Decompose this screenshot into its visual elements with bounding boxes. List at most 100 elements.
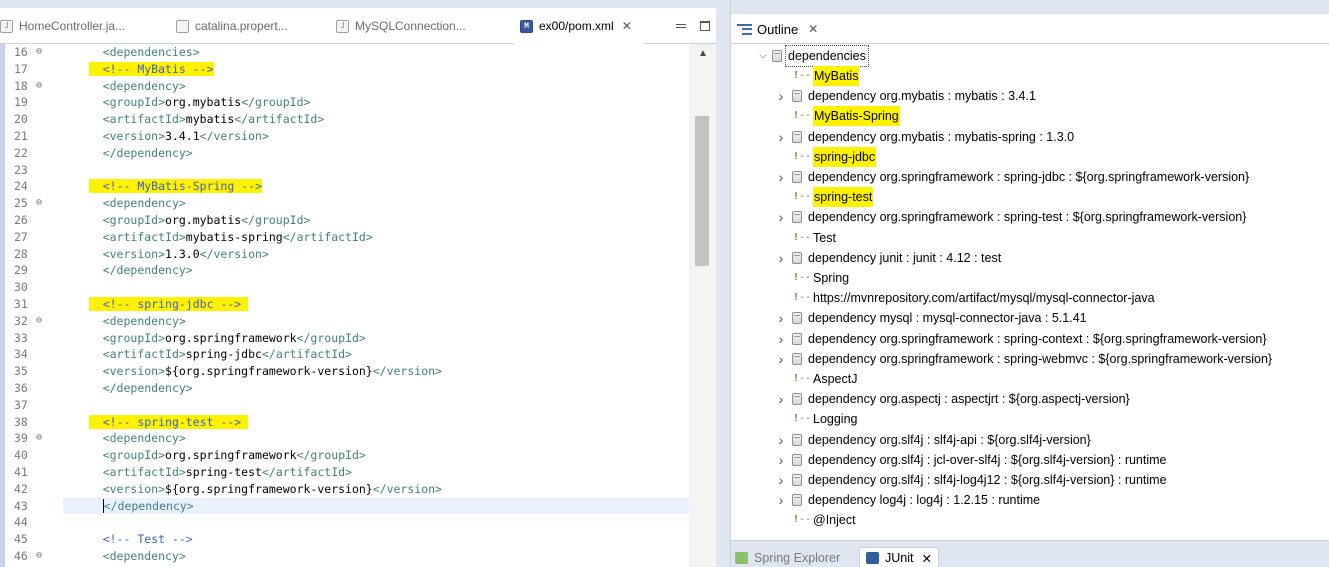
outline-dependency-node[interactable]: › dependency log4j : log4j : 1.2.15 : run…: [775, 490, 1040, 510]
code-text[interactable]: <dependencies> <!-- MyBatis --> <depende…: [63, 44, 689, 567]
code-line[interactable]: [63, 279, 689, 296]
line-number-text: 31: [14, 296, 28, 311]
outline-dependency-node[interactable]: › dependency org.aspectj : aspectjrt : ${…: [775, 389, 1130, 409]
fold-toggle-icon[interactable]: ⊖: [36, 195, 42, 212]
code-line[interactable]: <dependency>: [63, 430, 689, 447]
tab-junit[interactable]: JUnit ✕: [859, 547, 939, 567]
editor-tab[interactable]: Mex00/pom.xml ✕: [514, 8, 644, 44]
outline-comment-node[interactable]: !-- spring-test: [793, 187, 874, 208]
close-icon[interactable]: ✕: [921, 551, 931, 566]
editor-tab[interactable]: catalina.propert...: [170, 8, 320, 44]
outline-dependency-node[interactable]: › dependency mysql : mysql-connector-java…: [775, 308, 1087, 328]
code-line[interactable]: <dependencies>: [63, 44, 689, 61]
code-line[interactable]: <groupId>org.mybatis</groupId>: [63, 212, 689, 229]
code-line[interactable]: <artifactId>mybatis</artifactId>: [63, 111, 689, 128]
close-icon[interactable]: ✕: [622, 19, 632, 33]
code-line[interactable]: <!-- MyBatis-Spring -->: [63, 178, 689, 195]
code-line[interactable]: <version>${org.springframework-version}<…: [63, 363, 689, 380]
editor-tab[interactable]: J HomeController.ja...: [0, 8, 160, 44]
chevron-right-icon[interactable]: ›: [775, 308, 787, 328]
code-line[interactable]: <artifactId>spring-jdbc</artifactId>: [63, 346, 689, 363]
code-line[interactable]: <groupId>org.springframework</groupId>: [63, 447, 689, 464]
chevron-right-icon[interactable]: ›: [775, 349, 787, 369]
code-line[interactable]: [63, 397, 689, 414]
maximize-icon[interactable]: [700, 21, 710, 31]
line-number-text: 44: [14, 515, 28, 530]
code-line[interactable]: <!-- Test -->: [63, 531, 689, 548]
chevron-right-icon[interactable]: ›: [775, 207, 787, 227]
outline-root[interactable]: ⌵ dependencies: [757, 45, 869, 67]
tab-spring-explorer[interactable]: Spring Explorer: [735, 547, 840, 567]
chevron-right-icon[interactable]: ›: [775, 248, 787, 268]
fold-toggle-icon[interactable]: ⊖: [36, 78, 42, 95]
outline-comment-node[interactable]: !-- Spring: [793, 268, 849, 288]
outline-comment-node[interactable]: !-- AspectJ: [793, 369, 857, 389]
scroll-up-icon[interactable]: ▲: [698, 48, 708, 59]
line-number-text: 20: [14, 112, 28, 127]
chevron-right-icon[interactable]: ›: [775, 430, 787, 450]
outline-dependency-node[interactable]: › dependency junit : junit : 4.12 : test: [775, 248, 1002, 268]
outline-dependency-node[interactable]: › dependency org.springframework : spring…: [775, 349, 1272, 369]
outline-comment-node[interactable]: !-- Test: [793, 228, 836, 248]
outline-dependency-node[interactable]: › dependency org.mybatis : mybatis-spring…: [775, 127, 1074, 147]
code-line[interactable]: </dependency>: [63, 497, 689, 515]
outline-comment-node[interactable]: !-- MyBatis: [793, 66, 860, 86]
outline-dependency-node[interactable]: › dependency org.springframework : spring…: [775, 167, 1250, 187]
outline-comment-node[interactable]: !-- @Inject: [793, 510, 856, 530]
scrollbar-thumb[interactable]: [695, 116, 709, 266]
code-line[interactable]: <artifactId>spring-test</artifactId>: [63, 464, 689, 481]
code-line[interactable]: <dependency>: [63, 78, 689, 95]
outline-dependency-node[interactable]: › dependency org.slf4j : slf4j-log4j12 : …: [775, 470, 1167, 490]
code-line[interactable]: [63, 514, 689, 531]
code-line[interactable]: <artifactId>mybatis-spring</artifactId>: [63, 229, 689, 246]
chevron-right-icon[interactable]: ›: [775, 470, 787, 490]
editor-tab-label: HomeController.ja...: [19, 19, 126, 33]
outline-dependency-node[interactable]: › dependency org.springframework : spring…: [775, 329, 1267, 349]
tab-outline[interactable]: Outline ✕: [731, 14, 818, 44]
chevron-right-icon[interactable]: ›: [775, 329, 787, 349]
close-icon[interactable]: ✕: [808, 22, 818, 36]
outline-comment-node[interactable]: !-- spring-jdbc: [793, 146, 877, 167]
code-line[interactable]: [63, 162, 689, 179]
chevron-right-icon[interactable]: ›: [775, 389, 787, 409]
outline-dependency-node[interactable]: › dependency org.springframework : spring…: [775, 207, 1247, 227]
fold-toggle-icon[interactable]: ⊖: [36, 548, 42, 565]
editor-vertical-scrollbar[interactable]: ▲: [689, 44, 716, 567]
chevron-right-icon[interactable]: ›: [775, 86, 787, 106]
outline-comment-node[interactable]: !-- Logging: [793, 409, 858, 429]
code-line[interactable]: <version>3.4.1</version>: [63, 128, 689, 145]
code-line[interactable]: <version>1.3.0</version>: [63, 246, 689, 263]
outline-dependency-node[interactable]: › dependency org.slf4j : slf4j-api : ${or…: [775, 430, 1091, 450]
code-line[interactable]: <!-- spring-jdbc -->: [63, 296, 689, 313]
code-line[interactable]: <!-- spring-test -->: [63, 414, 689, 431]
element-icon: [792, 90, 802, 103]
minimize-icon[interactable]: [676, 24, 686, 28]
code-area[interactable]: 16 ⊖ 17 18 ⊖ 19 20 21 22 23 24 25 ⊖ 26 27 28 29 30 31 32 ⊖ 33…: [0, 44, 716, 567]
chevron-right-icon[interactable]: ›: [775, 450, 787, 470]
code-line[interactable]: <groupId>org.mybatis</groupId>: [63, 94, 689, 111]
code-line[interactable]: </dependency>: [63, 262, 689, 279]
code-line[interactable]: </dependency>: [63, 145, 689, 162]
comment-icon: !--: [793, 231, 812, 243]
code-line[interactable]: </dependency>: [63, 380, 689, 397]
fold-toggle-icon[interactable]: ⊖: [36, 44, 42, 61]
code-line[interactable]: <dependency>: [63, 313, 689, 330]
code-line[interactable]: <!-- MyBatis -->: [63, 61, 689, 78]
outline-dependency-node[interactable]: › dependency org.mybatis : mybatis : 3.4.…: [775, 86, 1036, 106]
code-line[interactable]: <groupId>org.springframework</groupId>: [63, 330, 689, 347]
chevron-right-icon[interactable]: ›: [775, 167, 787, 187]
chevron-right-icon[interactable]: ›: [775, 127, 787, 147]
fold-toggle-icon[interactable]: ⊖: [36, 430, 42, 447]
editor-tab[interactable]: J MySQLConnection...: [330, 8, 505, 44]
fold-toggle-icon[interactable]: ⊖: [36, 313, 42, 330]
pane-splitter[interactable]: [716, 0, 730, 567]
code-line[interactable]: <dependency>: [63, 548, 689, 565]
chevron-right-icon[interactable]: ›: [775, 490, 787, 510]
code-line[interactable]: <version>${org.springframework-version}<…: [63, 481, 689, 498]
chevron-down-icon[interactable]: ⌵: [757, 46, 769, 66]
line-number-text: 19: [14, 95, 28, 110]
code-line[interactable]: <dependency>: [63, 195, 689, 212]
outline-comment-node[interactable]: !-- MyBatis-Spring: [793, 106, 900, 127]
outline-dependency-node[interactable]: › dependency org.slf4j : jcl-over-slf4j :…: [775, 450, 1167, 470]
outline-comment-node[interactable]: !-- https://mvnrepository.com/artifact/my…: [793, 288, 1155, 308]
